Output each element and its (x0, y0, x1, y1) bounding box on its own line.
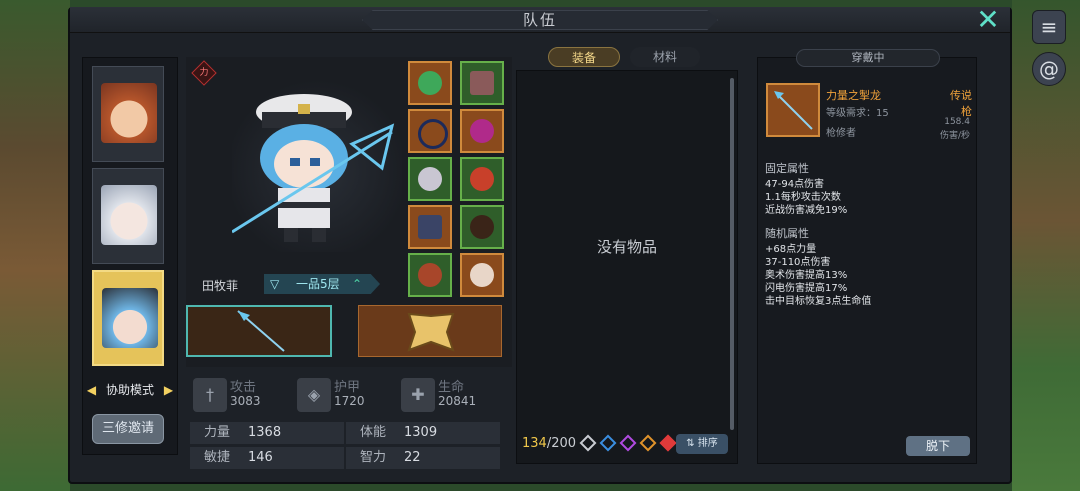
inventory-grid (516, 70, 738, 464)
stamina-label: 体能 (360, 425, 387, 440)
armor-slot[interactable] (408, 157, 452, 201)
unequip-button[interactable]: 脱下 (906, 436, 970, 456)
attack-label: 攻击 (230, 380, 257, 395)
ring-slot[interactable] (408, 253, 452, 297)
belt-slot[interactable] (408, 205, 452, 249)
intellect-value: 22 (404, 450, 421, 465)
random-attributes-title: 随机属性 (765, 227, 809, 240)
assist-mode-selector[interactable]: ◀ 协助模式 ▶ (84, 380, 176, 400)
party-member-portrait-selected[interactable] (92, 270, 164, 366)
item-level-requirement: 等级需求：15 (826, 108, 889, 119)
wings-icon (407, 312, 455, 352)
sword-icon: † (193, 378, 227, 412)
random-attribute: 击中目标恢复3点生命值 (765, 296, 872, 307)
fixed-attributes-title: 固定属性 (765, 162, 809, 175)
menu-icon[interactable]: ≡ (1032, 10, 1066, 44)
stamina-value: 1309 (404, 425, 438, 440)
close-icon[interactable]: ✕ (972, 6, 1004, 34)
strength-value: 1368 (248, 425, 282, 440)
book-icon (470, 71, 494, 95)
party-member-portrait[interactable] (92, 66, 164, 162)
invite-button[interactable]: 三修邀请 (92, 414, 164, 444)
wings-slot[interactable] (358, 305, 502, 357)
spear-icon (774, 91, 813, 130)
item-dps-unit: 伤害/秒 (939, 131, 970, 141)
tab-equipment[interactable]: 装备 (548, 47, 620, 67)
gem-icon (470, 119, 494, 143)
rank-up-icon[interactable]: ⌃ (352, 274, 368, 294)
avatar (101, 185, 157, 245)
equipped-item-icon (766, 83, 820, 137)
bow-icon (470, 167, 494, 191)
avatar (102, 288, 158, 348)
character-name: 田牧菲 (202, 279, 239, 293)
agility-label: 敏捷 (204, 450, 231, 465)
agility-value: 146 (248, 450, 273, 465)
intellect-label: 智力 (360, 450, 387, 465)
tab-materials[interactable]: 材料 (630, 47, 700, 67)
strength-label: 力量 (204, 425, 231, 440)
item-name: 力量之掣龙 (826, 89, 881, 102)
item-quality: 传说枪 (950, 89, 972, 118)
spear-icon (237, 310, 285, 352)
helmet-slot[interactable] (408, 61, 452, 105)
item-dps-value: 158.4 (944, 117, 970, 127)
character-sprite (231, 94, 395, 242)
ring-icon (418, 263, 442, 287)
game-world-left (0, 0, 70, 491)
window-title: 队伍 (522, 11, 557, 29)
rank-label: 一品5层 (296, 277, 340, 291)
armor-icon (418, 167, 442, 191)
weapon-slot[interactable] (186, 305, 332, 357)
helmet-icon (418, 71, 442, 95)
shield-icon: ◈ (297, 378, 331, 412)
health-label: 生命 (438, 380, 465, 395)
inventory-count: 134/200 (522, 436, 582, 454)
gem-slot[interactable] (460, 109, 504, 153)
swirl-icon[interactable]: @ (1032, 52, 1066, 86)
necklace-slot[interactable] (408, 109, 452, 153)
assist-mode-label: 协助模式 (105, 383, 154, 397)
bow-slot[interactable] (460, 157, 504, 201)
boots-slot[interactable] (460, 205, 504, 249)
inventory-count-current: 134 (522, 436, 547, 451)
attack-value: 3083 (230, 394, 261, 408)
armor-label: 护甲 (334, 380, 361, 395)
caret-left-icon[interactable]: ◀ (87, 383, 96, 397)
inventory-count-total: /200 (546, 436, 577, 451)
avatar (101, 83, 157, 143)
belt-icon (418, 215, 442, 239)
sort-button[interactable]: ⇅ 排序 (676, 434, 728, 454)
sort-label: 排序 (697, 438, 718, 449)
armor-value: 1720 (334, 394, 365, 408)
sort-icon: ⇅ (686, 438, 698, 449)
party-member-portrait[interactable] (92, 168, 164, 264)
heart-plus-icon: ✚ (401, 378, 435, 412)
trinket-slot[interactable] (460, 253, 504, 297)
rank-emblem-icon: ▽ (270, 277, 280, 291)
fixed-attribute: 近战伤害减免19% (765, 205, 848, 216)
caret-right-icon[interactable]: ▶ (164, 383, 173, 397)
boots-icon (470, 215, 494, 239)
strength-badge-label: 力 (199, 68, 209, 78)
trinket-icon (470, 263, 494, 287)
empty-inventory-text: 没有物品 (596, 238, 657, 256)
book-slot[interactable] (460, 61, 504, 105)
equipped-header: 穿戴中 (796, 49, 940, 67)
item-class: 枪修者 (826, 128, 856, 139)
health-value: 20841 (438, 394, 477, 408)
character-sprite-area (231, 72, 402, 252)
necklace-icon (418, 119, 448, 149)
